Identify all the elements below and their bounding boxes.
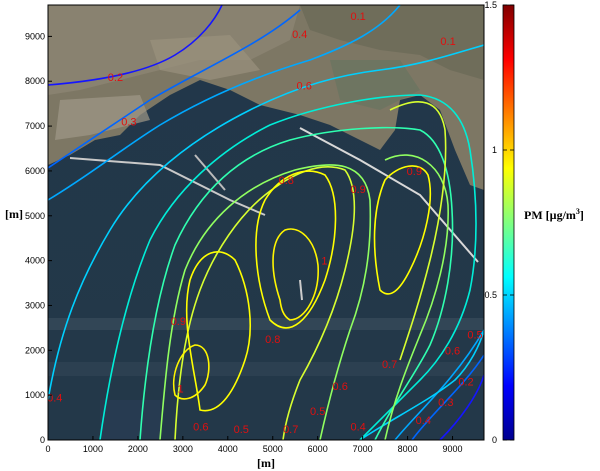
colorbar-tick-label: 0.5 (484, 290, 497, 300)
y-tick-label: 4000 (25, 256, 45, 266)
contour-label: 0.4 (47, 392, 62, 404)
y-tick-label: 2000 (25, 345, 45, 355)
contour-label: 0.7 (283, 424, 298, 436)
contour-label: 0.4 (416, 415, 431, 427)
contour-label: 0.2 (458, 377, 473, 389)
x-tick-label: 7000 (353, 444, 373, 454)
y-tick-label: 0 (40, 435, 45, 445)
contour-label: 1 (321, 256, 327, 268)
x-axis-label: [m] (257, 456, 275, 470)
contour-label: 0.9 (407, 166, 422, 178)
y-axis-label: [m] (5, 207, 23, 221)
x-tick-label: 8000 (398, 444, 418, 454)
satellite-image (48, 5, 484, 440)
contour-label: 0.7 (382, 359, 397, 371)
contour-label: 0.6 (445, 345, 460, 357)
y-tick-label: 9000 (25, 31, 45, 41)
x-tick-label: 4000 (218, 444, 238, 454)
contour-label: 0.5 (234, 424, 249, 436)
y-tick-label: 8000 (25, 76, 45, 86)
y-tick-label: 1000 (25, 390, 45, 400)
contour-label: 0.9 (171, 316, 186, 328)
y-tick-label: 7000 (25, 121, 45, 131)
colorbar (502, 4, 515, 441)
contour-label: 0.6 (193, 422, 208, 434)
contour-label: 0.1 (350, 11, 365, 23)
x-tick-label: 1000 (83, 444, 103, 454)
x-tick-label: 0 (45, 444, 50, 454)
x-tick-label: 9000 (443, 444, 463, 454)
colorbar-tick-label: 1 (492, 145, 497, 155)
contour-label: 0.6 (333, 381, 348, 393)
x-tick-label: 2000 (128, 444, 148, 454)
contour-label: 0.4 (350, 422, 365, 434)
chart: 0.1 0.1 0.2 0.4 0.6 0.3 0.8 0.9 0.9 1 0.9 0.8 1 0.7 0.… (0, 0, 600, 471)
colorbar-tick-label: 1.5 (484, 0, 497, 10)
contour-label: 0.6 (297, 81, 312, 93)
colorbar-label: PM [µg/m3] (524, 207, 584, 222)
contour-label: 0.8 (265, 334, 280, 346)
contour-label: 0.5 (467, 330, 482, 342)
contour-label: 1 (178, 383, 184, 395)
contour-label: 0.3 (121, 117, 136, 129)
contour-label: 0.9 (350, 184, 365, 196)
contour-label: 0.3 (438, 397, 453, 409)
x-tick-label: 3000 (173, 444, 193, 454)
colorbar-tick-label: 0 (492, 435, 497, 445)
contour-chart: 0.1 0.1 0.2 0.4 0.6 0.3 0.8 0.9 0.9 1 0.9 0.8 1 0.7 0.… (5, 0, 584, 470)
contour-label: 0.1 (440, 36, 455, 48)
x-tick-label: 6000 (308, 444, 328, 454)
y-tick-label: 5000 (25, 211, 45, 221)
y-tick-label: 6000 (25, 166, 45, 176)
contour-label: 0.4 (292, 29, 307, 41)
y-tick-label: 3000 (25, 300, 45, 310)
x-tick-label: 5000 (263, 444, 283, 454)
contour-label: 0.5 (310, 406, 325, 418)
contour-label: 0.2 (108, 72, 123, 84)
contour-label: 0.8 (279, 175, 294, 187)
